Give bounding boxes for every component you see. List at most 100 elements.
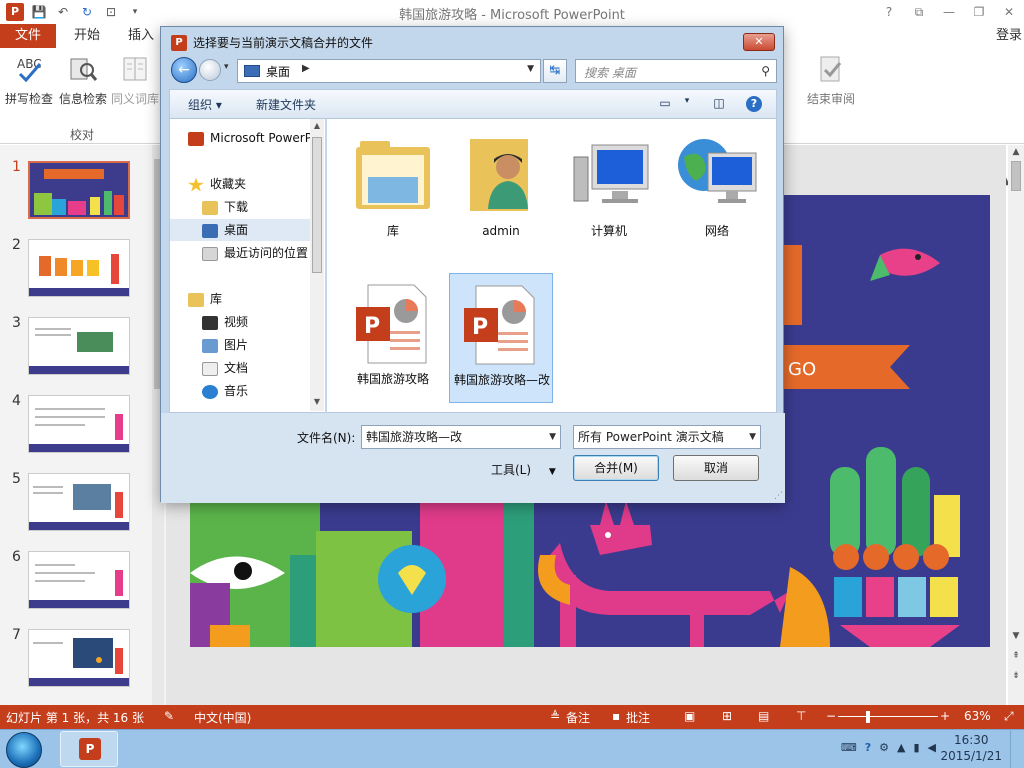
refresh-button[interactable]: ↹ <box>543 59 567 83</box>
slide-thumbnail[interactable]: 2 <box>0 237 166 299</box>
slide-count-status[interactable]: 幻灯片 第 1 张，共 16 张 <box>6 709 144 726</box>
slide-thumbnail[interactable]: 4 <box>0 393 166 455</box>
file-item-admin[interactable]: admin <box>449 125 553 255</box>
slide-thumbnail[interactable]: 7 <box>0 627 166 689</box>
spell-check-button[interactable]: ABC 拼写检查 <box>2 54 56 107</box>
search-icon[interactable]: ⚲ <box>761 64 770 78</box>
organize-button[interactable]: 组织 ▾ <box>188 96 222 113</box>
tree-item-videos[interactable]: 视频 <box>170 311 310 333</box>
filename-input[interactable]: 韩国旅游攻略—改 ▼ <box>361 425 561 449</box>
address-crumb-desktop[interactable]: 桌面 <box>266 63 290 80</box>
tab-home[interactable]: 开始 <box>74 24 100 48</box>
reading-view-icon[interactable]: ▤ <box>758 709 769 723</box>
change-view-icon[interactable]: ▭ <box>656 96 674 112</box>
tree-item-powerpoint[interactable]: Microsoft PowerPoint <box>170 127 310 149</box>
tree-item-recent[interactable]: 最近访问的位置 <box>170 242 310 264</box>
tree-item-downloads[interactable]: 下载 <box>170 196 310 218</box>
close-window-button[interactable]: ✕ <box>994 2 1024 22</box>
scroll-down-icon[interactable]: ▼ <box>1008 631 1024 641</box>
scroll-up-icon[interactable]: ▲ <box>1008 147 1024 157</box>
file-item-ppt-2[interactable]: P 韩国旅游攻略—改 <box>449 273 553 403</box>
tools-button[interactable]: 工具(L) ▼ <box>491 461 556 478</box>
zoom-slider-handle[interactable] <box>866 711 870 723</box>
tree-item-desktop[interactable]: 桌面 <box>170 219 310 241</box>
keyboard-icon[interactable]: ⌨ <box>841 741 857 754</box>
zoom-in-icon[interactable]: + <box>940 709 950 723</box>
show-hidden-icons[interactable]: ▲ <box>897 741 905 754</box>
comments-icon[interactable]: ▪ <box>612 709 620 723</box>
editor-scrollbar[interactable]: ▲ ▼ ⇞ ⇟ <box>1008 145 1024 705</box>
slide-thumbnail[interactable]: 5 <box>0 471 166 533</box>
notes-button[interactable]: 备注 <box>566 709 590 726</box>
resize-grip-icon[interactable]: ⋰ <box>774 491 783 501</box>
search-input[interactable]: 搜索 桌面 <box>584 64 636 81</box>
dialog-close-button[interactable]: ✕ <box>743 33 775 51</box>
merge-button[interactable]: 合并(M) <box>573 455 659 481</box>
forward-button[interactable] <box>199 59 221 81</box>
tree-item-pictures[interactable]: 图片 <box>170 334 310 356</box>
fit-to-window-icon[interactable]: ⤢ <box>1004 709 1014 724</box>
file-item-library[interactable]: 库 <box>341 125 445 255</box>
ribbon-display-button[interactable]: ⧉ <box>904 2 934 22</box>
restore-button[interactable]: ❐ <box>964 2 994 22</box>
filetype-dropdown-icon[interactable]: ▼ <box>749 426 756 448</box>
address-bar[interactable]: 桌面 ▶ ▼ <box>237 59 541 83</box>
back-button[interactable]: ← <box>171 57 197 83</box>
slideshow-icon[interactable]: ⊤ <box>796 709 806 723</box>
file-item-computer[interactable]: 计算机 <box>557 125 661 255</box>
next-slide-icon[interactable]: ⇟ <box>1008 671 1024 681</box>
nav-scroll-up-icon[interactable]: ▲ <box>310 121 324 130</box>
tree-item-documents[interactable]: 文档 <box>170 357 310 379</box>
comments-button[interactable]: 批注 <box>626 709 650 726</box>
spell-status-icon[interactable]: ✎ <box>164 709 174 723</box>
slide-thumbnail[interactable]: 1 <box>0 159 166 221</box>
login-link[interactable]: 登录 <box>996 24 1022 48</box>
zoom-slider[interactable] <box>838 716 938 717</box>
normal-view-icon[interactable]: ▣ <box>684 709 695 723</box>
taskbar-powerpoint-button[interactable]: P <box>60 731 118 767</box>
tab-file[interactable]: 文件 <box>0 24 56 48</box>
help-button[interactable]: ? <box>874 2 904 22</box>
new-folder-button[interactable]: 新建文件夹 <box>256 96 316 113</box>
network-icon[interactable]: ▮ <box>913 741 919 754</box>
minimize-button[interactable]: — <box>934 2 964 22</box>
tree-item-music[interactable]: 音乐 <box>170 380 310 402</box>
tray-settings-icon[interactable]: ⚙ <box>879 741 889 754</box>
address-dropdown-icon[interactable]: ▼ <box>527 64 534 74</box>
slide-sorter-icon[interactable]: ⊞ <box>722 709 732 723</box>
search-box[interactable]: 搜索 桌面 ⚲ <box>575 59 777 83</box>
research-button[interactable]: 信息检索 <box>56 54 110 107</box>
show-desktop-button[interactable] <box>1010 730 1024 768</box>
tree-item-favorites[interactable]: 收藏夹 <box>170 173 310 195</box>
slide-thumbnail[interactable]: 6 <box>0 549 166 611</box>
tab-insert[interactable]: 插入 <box>128 24 154 48</box>
start-button[interactable] <box>6 732 42 768</box>
language-status[interactable]: 中文(中国) <box>194 709 251 726</box>
filename-dropdown-icon[interactable]: ▼ <box>549 426 556 448</box>
navigation-pane-scrollbar[interactable]: ▲ ▼ <box>310 119 324 411</box>
filetype-select[interactable]: 所有 PowerPoint 演示文稿 ▼ <box>573 425 761 449</box>
tree-item-libraries[interactable]: 库 <box>170 288 310 310</box>
recent-locations-dropdown[interactable]: ▾ <box>224 62 229 72</box>
preview-pane-icon[interactable]: ◫ <box>710 96 728 112</box>
view-options-icon[interactable]: ▾ <box>678 96 696 112</box>
nav-scroll-thumb[interactable] <box>312 137 322 273</box>
end-review-button[interactable]: 结束审阅 <box>806 54 856 107</box>
slide-thumbnail[interactable]: 3 <box>0 315 166 377</box>
thesaurus-button[interactable]: 同义词库 <box>108 54 162 107</box>
nav-scroll-down-icon[interactable]: ▼ <box>310 397 324 406</box>
clock[interactable]: 16:30 2015/1/21 <box>940 732 1002 764</box>
file-item-network[interactable]: 网络 <box>665 125 769 255</box>
desktop-icon <box>244 65 260 77</box>
previous-slide-icon[interactable]: ⇞ <box>1008 651 1024 661</box>
zoom-out-icon[interactable]: − <box>826 709 836 723</box>
file-item-ppt-1[interactable]: P 韩国旅游攻略 <box>341 273 445 403</box>
notes-icon[interactable]: ≜ <box>550 709 560 723</box>
help-icon[interactable]: ? <box>746 96 762 112</box>
zoom-level[interactable]: 63% <box>964 709 991 723</box>
cancel-button[interactable]: 取消 <box>673 455 759 481</box>
help-tray-icon[interactable]: ? <box>865 741 871 754</box>
volume-icon[interactable]: ◀ <box>928 741 936 754</box>
crumb-separator-icon[interactable]: ▶ <box>302 63 310 74</box>
editor-scroll-thumb[interactable] <box>1011 161 1021 191</box>
